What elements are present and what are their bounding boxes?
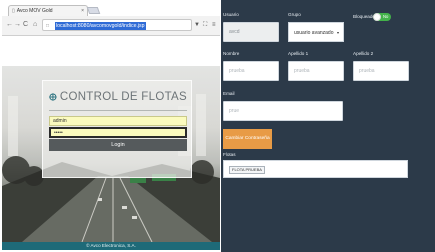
grupo-select[interactable]: usuario avanzado ▾ <box>288 22 344 42</box>
toggle-text: No <box>383 14 389 19</box>
brand: CONTROL DE FLOTAS <box>49 87 187 107</box>
grupo-value: usuario avanzado <box>294 30 334 36</box>
apellido1-field[interactable]: prueba <box>288 61 344 81</box>
bloqueado-label: Bloqueado <box>353 14 375 19</box>
brand-title: CONTROL DE FLOTAS <box>59 91 187 103</box>
tab-close-icon[interactable]: × <box>81 6 84 16</box>
page-top-area <box>2 36 220 66</box>
apellido2-label: Apellido 2 <box>353 51 374 56</box>
tab-bar: ▯ Avco MOV Gold × <box>2 2 220 16</box>
flotas-multiselect[interactable]: FLOTA PRUEBA <box>223 160 408 178</box>
grupo-label: Grupo <box>288 12 301 17</box>
email-field[interactable]: prue <box>223 101 343 121</box>
login-card: CONTROL DE FLOTAS admin ••••• Login <box>42 80 192 178</box>
home-icon[interactable]: ⌂ <box>33 20 37 29</box>
bloqueado-toggle[interactable]: No <box>373 13 391 21</box>
fleet-logo-icon <box>49 93 57 101</box>
page-info-icon[interactable]: □ <box>46 22 52 30</box>
filter-icon[interactable]: ▼ <box>194 21 200 29</box>
nombre-label: Nombre <box>223 51 240 56</box>
new-tab-button[interactable] <box>86 7 101 14</box>
extension-icon[interactable]: ⛶ <box>203 21 207 29</box>
login-button[interactable]: Login <box>49 139 187 151</box>
apellido2-field[interactable]: prueba <box>353 61 409 81</box>
toggle-knob <box>373 13 381 21</box>
apellido1-label: Apellido 1 <box>288 51 309 56</box>
browser-window: ▯ Avco MOV Gold × ← → C ⌂ □ localhost:80… <box>2 2 220 250</box>
flotas-label: Flotas <box>223 152 236 157</box>
back-icon[interactable]: ← <box>6 20 13 29</box>
url-text[interactable]: localhost:8080/avcomovgold/indice.jsp <box>55 22 146 30</box>
screen: ▯ Avco MOV Gold × ← → C ⌂ □ localhost:80… <box>0 0 435 252</box>
dropdown-arrow-icon: ▾ <box>336 30 339 35</box>
fleet-chip[interactable]: FLOTA PRUEBA <box>229 166 265 174</box>
browser-tab[interactable]: ▯ Avco MOV Gold × <box>8 5 88 16</box>
nombre-field[interactable]: prueba <box>223 61 279 81</box>
footer: © Avco Electronica, S.A. <box>2 242 220 250</box>
divider <box>49 110 187 111</box>
email-label: Email <box>223 91 235 96</box>
change-password-button[interactable]: Cambiar Contraseña <box>223 129 272 149</box>
browser-toolbar: ← → C ⌂ □ localhost:8080/avcomovgold/ind… <box>2 16 220 36</box>
password-field[interactable]: ••••• <box>49 127 187 138</box>
menu-icon[interactable]: ≡ <box>212 21 216 29</box>
address-bar[interactable]: □ localhost:8080/avcomovgold/indice.jsp <box>42 19 192 31</box>
usuario-label: Usuario <box>223 12 239 17</box>
username-field[interactable]: admin <box>49 116 187 126</box>
user-form-panel: Usuario avcd Grupo usuario avanzado ▾ Bl… <box>221 0 435 252</box>
reload-icon[interactable]: C <box>23 20 28 29</box>
usuario-field: avcd <box>223 22 279 42</box>
tab-title: Avco MOV Gold <box>16 8 53 14</box>
page-favicon-icon: ▯ <box>12 8 15 14</box>
forward-icon[interactable]: → <box>14 20 21 29</box>
